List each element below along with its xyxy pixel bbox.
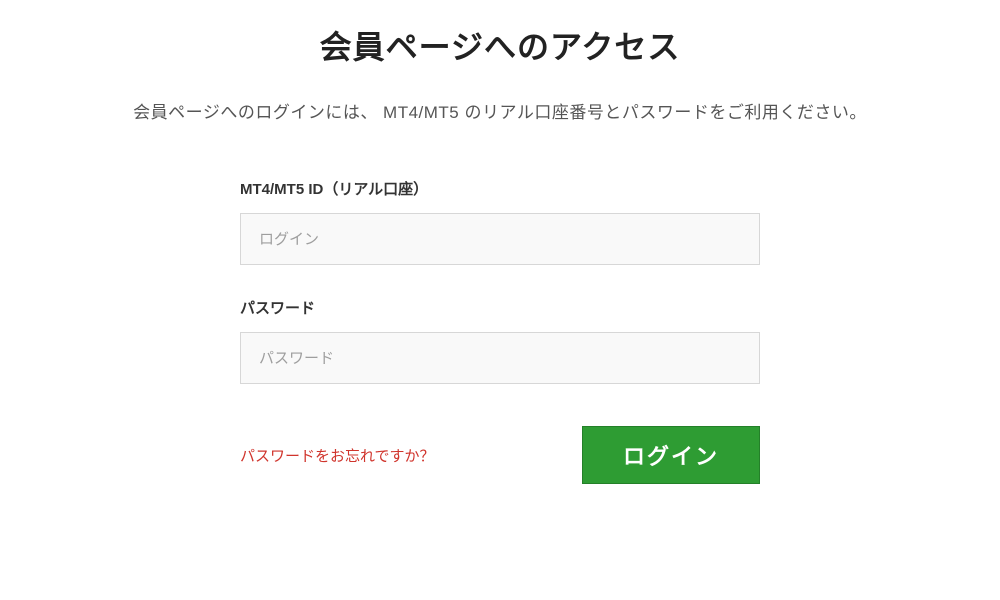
login-form: MT4/MT5 ID（リアル口座） パスワード パスワードをお忘れですか？ ログ…: [240, 178, 760, 484]
login-container: 会員ページへのアクセス 会員ページへのログインには、 MT4/MT5 のリアル口…: [0, 0, 1000, 484]
form-bottom-row: パスワードをお忘れですか？ ログイン: [240, 426, 760, 484]
page-subtitle: 会員ページへのログインには、 MT4/MT5 のリアル口座番号とパスワードをご利…: [0, 98, 1000, 123]
page-title: 会員ページへのアクセス: [0, 22, 1000, 68]
account-id-input[interactable]: [240, 213, 760, 265]
forgot-password-link[interactable]: パスワードをお忘れですか？: [240, 445, 435, 466]
password-input[interactable]: [240, 332, 760, 384]
password-label: パスワード: [240, 297, 760, 318]
account-id-label: MT4/MT5 ID（リアル口座）: [240, 178, 760, 199]
login-button[interactable]: ログイン: [582, 426, 760, 484]
